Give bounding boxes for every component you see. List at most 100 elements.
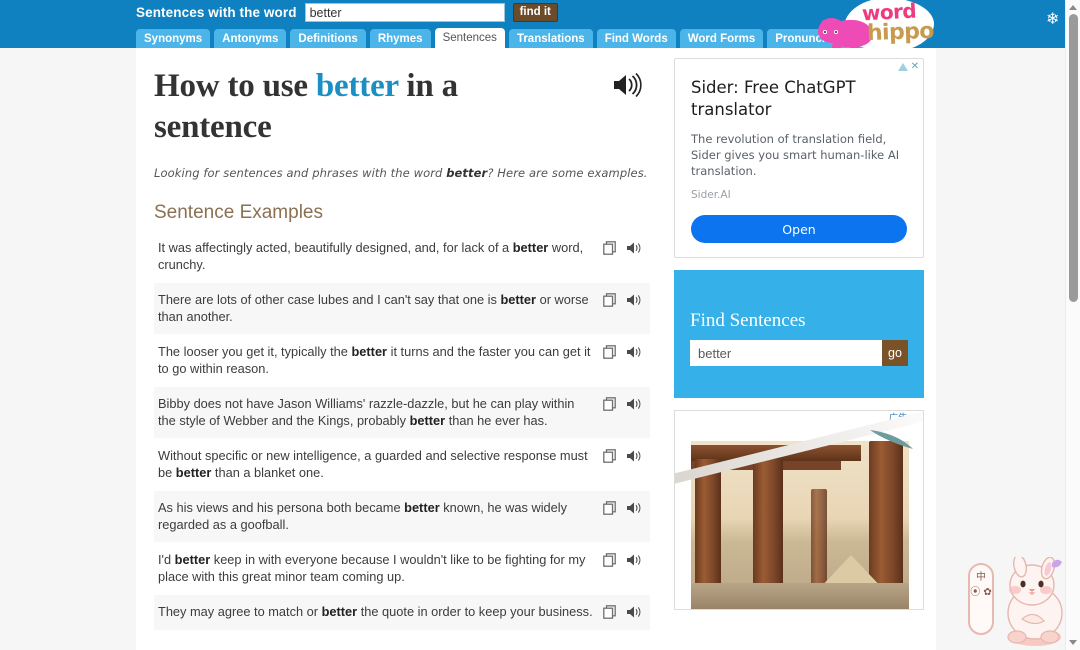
sentence-row: I'd better keep in with everyone because… — [154, 542, 650, 594]
tab-word-forms[interactable]: Word Forms — [679, 29, 764, 50]
ad-brand: Sider.AI — [691, 189, 731, 201]
ad-title: Sider: Free ChatGPT translator — [691, 78, 856, 119]
sentence-list: It was affectingly acted, beautifully de… — [154, 230, 650, 630]
ad-open-button[interactable]: Open — [691, 215, 907, 243]
copy-icon[interactable] — [603, 397, 616, 411]
sentence-keyword: better — [351, 344, 388, 359]
sentence-text: They may agree to match or better the qu… — [158, 604, 593, 619]
tab-translations[interactable]: Translations — [508, 29, 593, 50]
site-header: Sentences with the word find it Synonyms… — [0, 0, 1065, 54]
page-scrollbar[interactable] — [1065, 0, 1080, 650]
speaker-icon[interactable] — [626, 293, 642, 307]
page-title-prefix: How to use — [154, 68, 316, 104]
bunny-illustration-icon — [1007, 557, 1063, 646]
search-label: Sentences with the word — [136, 5, 297, 20]
search-input[interactable] — [304, 3, 505, 22]
subtitle-word: better — [446, 166, 488, 180]
sentence-row: The looser you get it, typically the bet… — [154, 334, 650, 386]
find-sentences-form: go — [690, 340, 908, 366]
ad-body: Sider: Free ChatGPT translator The revol… — [675, 59, 923, 257]
copy-icon[interactable] — [603, 553, 616, 567]
primary-nav-tabs: Synonyms Antonyms Definitions Rhymes Sen… — [136, 28, 867, 50]
sentence-keyword: better — [174, 552, 211, 567]
ad-card-travel[interactable]: 广告 ✕ — [674, 410, 924, 610]
sentence-row: It was affectingly acted, beautifully de… — [154, 230, 650, 282]
find-sentences-heading: Find Sentences — [690, 310, 806, 331]
sentence-row-actions — [603, 240, 650, 255]
copy-icon[interactable] — [603, 293, 616, 307]
section-title: Sentence Examples — [154, 202, 323, 223]
sentence-row-actions — [603, 344, 650, 359]
copy-icon[interactable] — [603, 605, 616, 619]
sentence-row: Bibby does not have Jason Williams' razz… — [154, 386, 650, 438]
sentence-row-actions — [603, 552, 650, 567]
find-sentences-go-button[interactable]: go — [882, 340, 908, 366]
sentence-keyword: better — [175, 464, 212, 480]
copy-icon[interactable] — [603, 345, 616, 359]
sentence-keyword: better — [409, 412, 446, 428]
tab-find-words[interactable]: Find Words — [596, 29, 676, 50]
sentence-row: Without specific or new intelligence, a … — [154, 438, 650, 490]
sentence-text: There are lots of other case lubes and I… — [158, 292, 589, 324]
header-search-row: Sentences with the word find it — [136, 3, 558, 22]
tab-sentences[interactable]: Sentences — [434, 28, 505, 50]
sentence-text: The looser you get it, typically the bet… — [158, 344, 591, 376]
sentence-row-actions — [603, 448, 650, 463]
sentence-text: It was affectingly acted, beautifully de… — [158, 240, 584, 272]
sentence-row-actions — [603, 604, 650, 619]
page-title: How to use better in a sentence — [154, 66, 554, 148]
speaker-icon[interactable] — [626, 345, 642, 359]
title-speaker-icon[interactable] — [612, 72, 642, 103]
tab-rhymes[interactable]: Rhymes — [369, 29, 431, 50]
copy-icon[interactable] — [603, 449, 616, 463]
sentence-text: As his views and his persona both became… — [158, 500, 568, 532]
copy-icon[interactable] — [603, 241, 616, 255]
sentence-row: There are lots of other case lubes and I… — [154, 282, 650, 334]
sentence-keyword: better — [404, 500, 440, 515]
airline-wing-icon — [870, 430, 913, 449]
sentence-row: As his views and his persona both became… — [154, 490, 650, 542]
speaker-icon[interactable] — [626, 449, 642, 463]
scroll-up-arrow-icon[interactable] — [1069, 5, 1077, 10]
sentence-row-actions — [603, 396, 650, 411]
chinese-ime-indicator[interactable]: 中 ⦿ ✿ — [968, 563, 994, 635]
speaker-icon[interactable] — [626, 605, 642, 619]
snowflake-icon[interactable]: ❄ — [1046, 12, 1059, 28]
find-sentences-input[interactable] — [690, 340, 882, 366]
right-sidebar: ✕ Sider: Free ChatGPT translator The rev… — [674, 58, 930, 610]
ad-card-sider[interactable]: ✕ Sider: Free ChatGPT translator The rev… — [674, 58, 924, 258]
scrollbar-thumb[interactable] — [1069, 14, 1078, 302]
sentence-text: Without specific or new intelligence, a … — [158, 448, 588, 480]
logo-hippo-text: hippo — [866, 18, 935, 47]
scroll-down-arrow-icon[interactable] — [1069, 640, 1077, 645]
sentence-keyword: better — [512, 240, 549, 255]
speaker-icon[interactable] — [626, 397, 642, 411]
sentence-keyword: better — [321, 604, 358, 619]
page-subtitle: Looking for sentences and phrases with t… — [154, 166, 650, 180]
sentence-text: Bibby does not have Jason Williams' razz… — [158, 396, 575, 428]
subtitle-after: ? Here are some examples. — [487, 166, 648, 180]
kawaii-bunny-sticker[interactable]: 中 ⦿ ✿ — [960, 553, 1075, 648]
page-container: How to use better in a sentence Looking … — [136, 48, 936, 650]
sentence-text: I'd better keep in with everyone because… — [158, 552, 586, 584]
find-it-button[interactable]: find it — [512, 3, 558, 22]
sentence-row: They may agree to match or better the qu… — [154, 594, 650, 630]
subtitle-before: Looking for sentences and phrases with t… — [154, 166, 447, 180]
find-sentences-panel: Find Sentences go — [674, 270, 924, 398]
tab-definitions[interactable]: Definitions — [290, 29, 366, 50]
copy-icon[interactable] — [603, 501, 616, 515]
tab-antonyms[interactable]: Antonyms — [214, 29, 287, 50]
ad-description: The revolution of translation field, Sid… — [691, 132, 900, 178]
speaker-icon[interactable] — [626, 553, 642, 567]
sentence-row-actions — [603, 292, 650, 307]
tab-synonyms[interactable]: Synonyms — [136, 29, 211, 50]
close-icon[interactable]: ✕ — [911, 62, 919, 72]
adchoices-icon[interactable] — [897, 62, 908, 71]
browser-viewport: Sentences with the word find it Synonyms… — [0, 0, 1080, 650]
sentence-row-actions — [603, 500, 650, 515]
page-title-word: better — [315, 68, 399, 104]
speaker-icon[interactable] — [626, 241, 642, 255]
speaker-icon[interactable] — [626, 501, 642, 515]
sentence-keyword: better — [500, 292, 537, 307]
main-column: How to use better in a sentence Looking … — [136, 48, 672, 650]
